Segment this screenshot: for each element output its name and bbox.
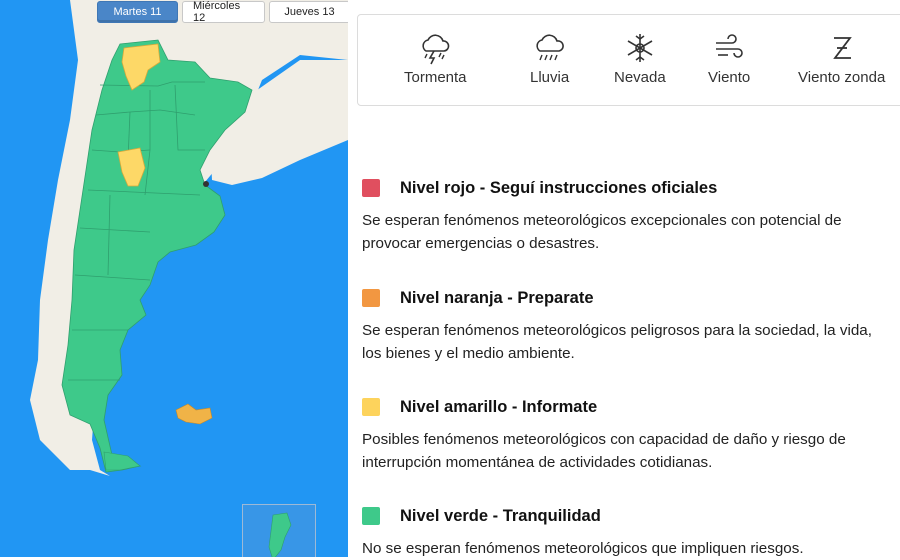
phenomenon-storm[interactable]: Tormenta [404, 31, 467, 86]
level-green-swatch [362, 507, 380, 525]
phenomenon-snow[interactable]: Nevada [614, 31, 666, 86]
malvinas-islands[interactable] [175, 403, 213, 425]
day-tab-jueves[interactable]: Jueves 13 [269, 1, 348, 23]
level-green: Nivel verde - Tranquilidad No se esperan… [362, 505, 892, 560]
phenomenon-wind[interactable]: Viento [708, 31, 750, 86]
phenomenon-wind-label: Viento [708, 69, 751, 86]
argentina-map[interactable] [0, 0, 348, 557]
level-red-swatch [362, 179, 380, 197]
day-tab-martes[interactable]: Martes 11 [97, 1, 178, 23]
level-red: Nivel rojo - Seguí instrucciones oficial… [362, 177, 892, 255]
level-yellow: Nivel amarillo - Informate Posibles fenó… [362, 396, 892, 474]
city-marker[interactable] [203, 181, 209, 187]
level-yellow-description: Posibles fenómenos meteorológicos con ca… [362, 431, 846, 471]
phenomenon-storm-label: Tormenta [404, 69, 467, 86]
day-selector: Martes 11 Miércoles 12 Jueves 13 [97, 0, 348, 24]
antarctica-inset-map[interactable] [242, 504, 316, 557]
phenomenon-zonda-label: Viento zonda [798, 69, 886, 86]
wind-icon [716, 34, 743, 58]
phenomenon-rain-label: Lluvia [530, 69, 570, 86]
inset-map-drawing [268, 512, 292, 557]
level-red-description: Se esperan fenómenos meteorológicos exce… [362, 212, 842, 252]
level-red-title: Nivel rojo - Seguí instrucciones oficial… [400, 178, 718, 197]
phenomenon-snow-label: Nevada [614, 69, 666, 86]
phenomenon-rain[interactable]: Lluvia [530, 31, 569, 86]
tierra-del-fuego [103, 451, 141, 471]
level-yellow-swatch [362, 398, 380, 416]
phenomenon-zonda[interactable]: Viento zonda [798, 31, 885, 86]
storm-icon [422, 34, 450, 65]
rain-icon [535, 34, 564, 61]
level-orange-description: Se esperan fenómenos meteorológicos peli… [362, 322, 872, 362]
level-orange-title: Nivel naranja - Preparate [400, 288, 594, 307]
zonda-wind-icon [832, 37, 852, 59]
phenomena-selector: Tormenta Lluvia Nevada Viento Viento zon… [357, 14, 900, 106]
alert-map[interactable]: Martes 11 Miércoles 12 Jueves 13 [0, 0, 348, 557]
level-green-title: Nivel verde - Tranquilidad [400, 506, 601, 525]
day-tab-miercoles[interactable]: Miércoles 12 [182, 0, 265, 24]
level-orange: Nivel naranja - Preparate Se esperan fen… [362, 287, 892, 365]
level-orange-swatch [362, 289, 380, 307]
snow-icon [627, 34, 653, 62]
level-yellow-title: Nivel amarillo - Informate [400, 397, 598, 416]
